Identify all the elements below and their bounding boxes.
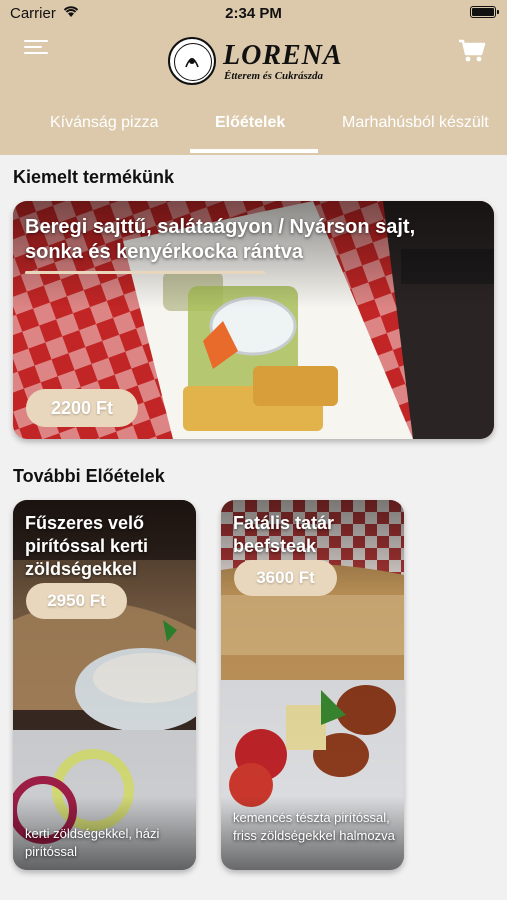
status-bar: Carrier 2:34 PM [0,0,507,28]
title-underline [25,271,265,274]
product-description: kemencés tészta pirítóssal, friss zöldsé… [233,810,395,843]
battery-icon [470,6,499,18]
product-description: kerti zöldségekkel, házi pirítóssal [25,826,160,859]
brand-logo: LORENA Étterem és Cukrászda [168,37,343,87]
logo-seal [168,37,216,85]
product-card[interactable]: Fatális tatár beefsteak 3600 Ft kemencés… [221,500,404,870]
hamburger-menu-icon[interactable] [24,40,50,60]
featured-product-card[interactable]: Beregi sajttű, salátaágyon / Nyárson saj… [13,201,494,439]
clock: 2:34 PM [225,5,282,22]
tab-marhahusbol-keszult[interactable]: Marhahúsból készült [342,114,489,132]
product-card[interactable]: Fűszeres velő pirítóssal kerti zöldségek… [13,500,196,870]
shopping-cart-icon[interactable] [458,38,486,64]
product-title: Fűszeres velő pirítóssal kerti zöldségek… [25,513,149,579]
featured-heading: Kiemelt termékünk [13,167,175,187]
product-price: 2950 Ft [26,583,127,619]
product-title: Fatális tatár beefsteak [233,513,335,556]
tab-kivansag-pizza[interactable]: Kívánság pizza [50,114,159,132]
featured-price: 2200 Ft [26,389,138,427]
category-tabs: Kívánság pizza Előételek Marhahúsból kés… [0,108,507,155]
product-price: 3600 Ft [234,560,337,596]
brand-subtitle: Étterem és Cukrászda [224,70,324,82]
featured-title: Beregi sajttű, salátaágyon / Nyárson saj… [25,216,416,263]
active-tab-indicator [190,149,318,153]
brand-name: LORENA [223,40,343,71]
more-heading: További Előételek [13,466,165,486]
app-header: Carrier 2:34 PM LORENA Étterem és Cukrás… [0,0,507,155]
tab-eloetelek[interactable]: Előételek [215,114,285,132]
